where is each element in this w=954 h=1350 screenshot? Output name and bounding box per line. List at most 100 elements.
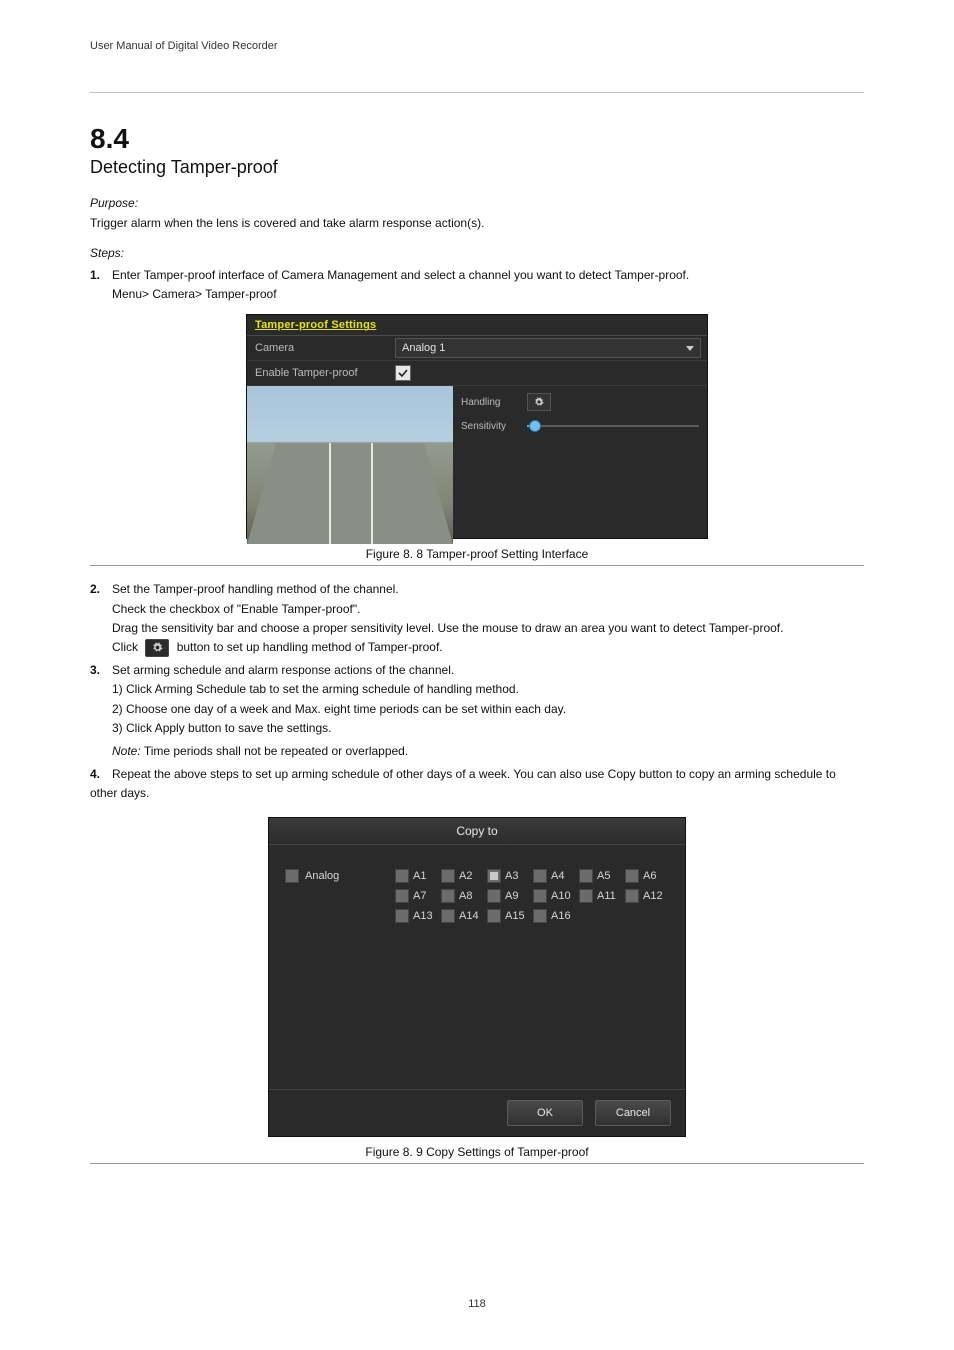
channel-label: A11 [597,890,616,902]
header-rule [90,92,864,93]
camera-row: Camera Analog 1 [247,336,707,361]
channel-label: A1 [413,870,426,882]
figure-tamper-proof-settings: Tamper-proof Settings Camera Analog 1 En… [246,314,708,539]
checkbox-icon [625,889,639,903]
enable-row: Enable Tamper-proof [247,361,707,386]
step-2-sub-1: Check the checkbox of "Enable Tamper-pro… [112,600,864,619]
channel-label: A15 [505,910,525,922]
note-text: Time periods shall not be repeated or ov… [144,744,408,758]
channel-checkbox-a14[interactable]: A14 [441,909,485,923]
channel-label: A14 [459,910,479,922]
step-2-sub-2: Drag the sensitivity bar and choose a pr… [112,619,864,638]
channel-label: A2 [459,870,472,882]
channel-checkbox-a15[interactable]: A15 [487,909,531,923]
step-3-sub-3: Click Apply button to save the settings. [126,721,331,735]
camera-select[interactable]: Analog 1 [395,338,701,358]
figure-copy-to-dialog: Copy to Analog A1A2A3A4A5A6A7A8A9A10A11A… [268,817,686,1137]
preview-lane-line [329,443,331,544]
step-2-sub-3-post: button to set up handling method of Tamp… [177,640,443,654]
cancel-button[interactable]: Cancel [595,1100,671,1126]
checkbox-icon [395,889,409,903]
channel-checkbox-a11[interactable]: A11 [579,889,623,903]
channel-label: A8 [459,890,472,902]
checkbox-icon [533,909,547,923]
checkbox-icon [487,909,501,923]
channel-label: A16 [551,910,571,922]
step-1: 1.Enter Tamper-proof interface of Camera… [90,266,864,304]
step-1-num: 1. [90,266,112,285]
slider-track [527,425,699,427]
steps-label: Steps: [90,246,864,260]
step-2-sub-3-pre: Click [112,640,138,654]
channel-label: A4 [551,870,564,882]
step-4-num: 4. [90,765,112,784]
sensitivity-label: Sensitivity [461,421,527,432]
sensitivity-slider[interactable] [527,418,699,434]
doc-header: User Manual of Digital Video Recorder [90,40,864,93]
checkbox-icon [395,869,409,883]
channel-label: A13 [413,910,433,922]
sensitivity-row: Sensitivity [461,416,699,436]
camera-preview[interactable] [247,386,453,544]
checkbox-icon [441,889,455,903]
analog-label: Analog [305,870,339,882]
page-number: 118 [468,1298,486,1310]
channel-label: A6 [643,870,656,882]
manual-title: User Manual of Digital Video Recorder [90,40,278,52]
channel-checkbox-a12[interactable]: A12 [625,889,669,903]
gear-icon [534,397,544,407]
channel-checkbox-a4[interactable]: A4 [533,869,577,883]
figure-8-8-rule [90,565,864,566]
note-label: Note: [112,744,141,758]
channel-checkbox-a3[interactable]: A3 [487,869,531,883]
enable-checkbox[interactable] [395,365,411,381]
channel-checkbox-a2[interactable]: A2 [441,869,485,883]
step-3-text: Set arming schedule and alarm response a… [112,663,454,677]
gear-icon-inline [145,639,169,657]
channel-checkbox-a8[interactable]: A8 [441,889,485,903]
channel-checkbox-a16[interactable]: A16 [533,909,577,923]
channel-checkbox-a9[interactable]: A9 [487,889,531,903]
checkbox-icon [285,869,299,883]
check-icon [398,368,408,378]
channel-checkbox-a6[interactable]: A6 [625,869,669,883]
channel-checkbox-a5[interactable]: A5 [579,869,623,883]
checkbox-icon [487,869,501,883]
section-number: 8.4 [90,123,864,155]
step-2-sub-3: Click button to set up handling method o… [112,638,864,657]
step-2-text: Set the Tamper-proof handling method of … [112,582,399,596]
checkbox-icon [625,869,639,883]
channel-label: A3 [505,870,518,882]
chevron-down-icon [686,346,694,351]
channel-checkbox-a13[interactable]: A13 [395,909,439,923]
step-1-sub: Menu> Camera> Tamper-proof [112,285,864,304]
section-title: Detecting Tamper-proof [90,157,864,178]
preview-road [247,443,453,544]
step-3-sub-1: Click Arming Schedule tab to set the arm… [126,682,519,696]
step-3-sub-2: Choose one day of a week and Max. eight … [126,702,566,716]
purpose-text: Trigger alarm when the lens is covered a… [90,214,864,232]
preview-lane-line [371,443,373,544]
slider-thumb[interactable] [529,420,541,432]
handling-label: Handling [461,397,527,408]
channel-checkbox-a1[interactable]: A1 [395,869,439,883]
figure-8-8-caption: Figure 8. 8 Tamper-proof Setting Interfa… [90,547,864,561]
step-4: 4.Repeat the above steps to set up armin… [90,765,864,803]
checkbox-icon [441,869,455,883]
analog-all-toggle[interactable]: Analog [285,869,395,883]
enable-label: Enable Tamper-proof [247,367,395,379]
channel-label: A12 [643,890,663,902]
channel-label: A10 [551,890,571,902]
ok-button[interactable]: OK [507,1100,583,1126]
channel-checkbox-a7[interactable]: A7 [395,889,439,903]
step-4-text: Repeat the above steps to set up arming … [90,767,836,800]
checkbox-icon [395,909,409,923]
checkbox-icon [441,909,455,923]
handling-button[interactable] [527,393,551,411]
channel-label: A7 [413,890,426,902]
step-3: 3.Set arming schedule and alarm response… [90,661,864,738]
channel-checkbox-a10[interactable]: A10 [533,889,577,903]
step-3-num: 3. [90,661,112,680]
handling-row: Handling [461,392,699,412]
checkbox-icon [579,889,593,903]
